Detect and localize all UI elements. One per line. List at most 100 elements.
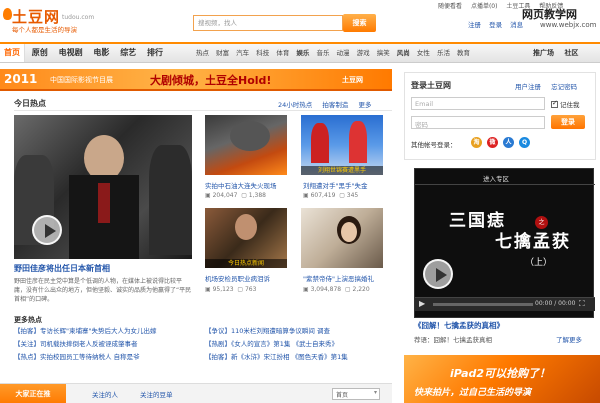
play-button-icon[interactable]: ▶ bbox=[419, 299, 425, 308]
activity-bar: 大家正在推 关注的人 关注的豆单 首页 bbox=[0, 383, 392, 403]
hot-link-24h[interactable]: 24小时热点 bbox=[278, 101, 312, 109]
nav-sub-item[interactable]: 娱乐 bbox=[296, 49, 309, 57]
nav-sub-item[interactable]: 汽车 bbox=[236, 49, 249, 57]
video-thumbnail[interactable] bbox=[301, 208, 383, 268]
play-icon[interactable] bbox=[32, 215, 62, 245]
video-controls: ▶ 00:00 / 00:00 ⛶ bbox=[415, 297, 595, 311]
promo-banner[interactable]: 2011 中国国际影视节目展 大剧倾城，土豆全Hold! 土豆网 bbox=[0, 69, 392, 91]
thumb-caption[interactable]: 机场安检员职业病泪诉 bbox=[205, 273, 295, 283]
password-field[interactable]: 密码 bbox=[411, 116, 545, 129]
nav-item-original[interactable]: 原创 bbox=[28, 44, 52, 62]
login-title: 登录土豆网 bbox=[411, 81, 451, 90]
view-count: 607,419 bbox=[310, 192, 336, 199]
news-item[interactable]: 【拍客】专访长辉"柬埔寨"失势后大人为女儿出嫁 bbox=[14, 325, 156, 338]
nav-sub-item[interactable]: 风尚 bbox=[397, 49, 410, 57]
tab-followed-people[interactable]: 关注的人 bbox=[92, 389, 118, 399]
tudou-logo-icon[interactable] bbox=[3, 8, 12, 20]
tab-followed-playlists[interactable]: 关注的豆单 bbox=[140, 389, 173, 399]
main-video-thumbnail[interactable] bbox=[14, 115, 192, 259]
forgot-password-link[interactable]: 忘记密码 bbox=[551, 83, 577, 91]
nav-subchannels: 热点 财富 汽车 科技 体育 娱乐 音乐 动漫 游戏 搞笑 风尚 女性 乐活 教… bbox=[196, 44, 475, 62]
comment-count: 763 bbox=[244, 286, 257, 293]
play-icon[interactable] bbox=[423, 259, 453, 289]
weibo-icon[interactable]: 微 bbox=[487, 137, 498, 148]
nav-item-tv[interactable]: 电视剧 bbox=[55, 44, 87, 62]
search-button[interactable]: 搜索 bbox=[343, 14, 376, 32]
crowd-right bbox=[149, 145, 192, 255]
login-button[interactable]: 登录 bbox=[551, 115, 585, 129]
hot-link-more[interactable]: 更多 bbox=[358, 101, 371, 109]
person-face bbox=[235, 214, 257, 240]
nav-item-movie[interactable]: 电影 bbox=[89, 44, 113, 62]
nav-sub-item[interactable]: 教育 bbox=[457, 49, 470, 57]
email-field[interactable]: Email bbox=[411, 97, 545, 110]
comment-count: 345 bbox=[346, 192, 359, 199]
fullscreen-icon[interactable]: ⛶ bbox=[579, 299, 585, 309]
nav-sub-item[interactable]: 财富 bbox=[216, 49, 229, 57]
progress-bar[interactable] bbox=[433, 303, 533, 306]
nav-sub-item[interactable]: 搞笑 bbox=[377, 49, 390, 57]
ipad-ad-banner[interactable]: iPad2可以抢购了！ 快来拍片，过自己生活的导演 bbox=[404, 355, 600, 403]
messages-link[interactable]: 消息 bbox=[510, 21, 523, 29]
video-thumbnail[interactable] bbox=[205, 115, 287, 175]
login-link[interactable]: 登录 bbox=[489, 21, 502, 29]
filter-select[interactable]: 首页 bbox=[332, 388, 380, 400]
nav-sub-item[interactable]: 科技 bbox=[256, 49, 269, 57]
news-item[interactable]: 【热点】实拍校园员工等待纳税人 自称是爷 bbox=[14, 351, 156, 364]
view-count: 95,123 bbox=[212, 286, 234, 293]
thumb-caption[interactable]: 刘翔遭对手"黑手"失金 bbox=[303, 180, 393, 190]
nav-item-ranking[interactable]: 排行 bbox=[143, 44, 167, 62]
section-title-hot: 今日热点 bbox=[14, 99, 46, 108]
video-thumbnail[interactable]: 今日热点新闻 bbox=[205, 208, 287, 268]
register-link[interactable]: 注册 bbox=[468, 21, 481, 29]
banner-festival: 中国国际影视节目展 bbox=[50, 76, 113, 84]
watermark-title: 网页教学网 bbox=[522, 8, 577, 21]
news-item[interactable]: 【争议】110米栏刘翔遭暗算争议瞬间 调查 bbox=[205, 325, 348, 338]
time-display: 00:00 / 00:00 bbox=[535, 300, 576, 307]
video-caption[interactable]: 《囧解！七擒孟获的真相》 bbox=[414, 320, 504, 331]
user-register-link[interactable]: 用户注册 bbox=[515, 83, 541, 91]
nav-item-promo[interactable]: 推广场 bbox=[533, 49, 554, 57]
learn-more-link[interactable]: 了解更多 bbox=[556, 334, 582, 344]
renren-icon[interactable]: 人 bbox=[503, 137, 514, 148]
other-login-label: 其他帐号登录： bbox=[411, 141, 457, 149]
nav-sub-item[interactable]: 体育 bbox=[276, 49, 289, 57]
nav-sub-item[interactable]: 乐活 bbox=[437, 49, 450, 57]
divider bbox=[14, 110, 392, 111]
nav-channels: 首页 原创 电视剧 电影 综艺 排行 bbox=[0, 44, 167, 63]
thumb-caption[interactable]: "紫禁帝侍"上演恶搞婚礼 bbox=[303, 273, 393, 283]
qq-icon[interactable]: Q bbox=[519, 137, 530, 148]
news-item[interactable]: 【热剧】《女人的宣言》第1集 《武士自来秀》 bbox=[205, 338, 348, 351]
nav-sub-item[interactable]: 音乐 bbox=[316, 49, 329, 57]
nav-item-community[interactable]: 社区 bbox=[564, 49, 578, 57]
news-item[interactable]: 【关注】司机载扶摔倒老人反被诬成肇事者 bbox=[14, 338, 156, 351]
nav-item-home[interactable]: 首页 bbox=[0, 44, 25, 62]
news-item[interactable]: 【拍客】新《水浒》宋江扮相 《图色天香》第1集 bbox=[205, 351, 348, 364]
nav-item-variety[interactable]: 综艺 bbox=[116, 44, 140, 62]
main-headline[interactable]: 野田佳彦将出任日本新首相 bbox=[14, 263, 110, 274]
search-input[interactable]: 搜视频，找人 bbox=[193, 15, 343, 31]
video-thumbnail[interactable]: 刘翔世锦赛遭黑手 bbox=[301, 115, 383, 175]
enter-zone-link[interactable]: 进入专区 bbox=[483, 173, 509, 183]
main-nav: 首页 原创 电视剧 电影 综艺 排行 热点 财富 汽车 科技 体育 娱乐 音乐 … bbox=[0, 42, 600, 63]
ad-headline: iPad2可以抢购了！ bbox=[450, 367, 551, 380]
site-slogan: 每个人都是生活的导演 bbox=[12, 26, 77, 34]
featured-video-player[interactable]: 进入专区 三国痣 之 七擒孟获 （上） ▶ 00:00 / 00:00 ⛶ bbox=[414, 168, 595, 318]
nav-sub-item[interactable]: 游戏 bbox=[357, 49, 370, 57]
nav-sub-item[interactable]: 女性 bbox=[417, 49, 430, 57]
tab-trending[interactable]: 大家正在推 bbox=[0, 384, 66, 403]
login-panel: 登录土豆网 用户注册 忘记密码 Email 密码 记住我 登录 其他帐号登录： … bbox=[404, 72, 596, 160]
checkbox-icon[interactable] bbox=[551, 99, 558, 108]
hot-links: 24小时热点 拍客制造 更多 bbox=[270, 99, 371, 109]
athlete-2 bbox=[349, 121, 367, 163]
nav-sub-item[interactable]: 动漫 bbox=[337, 49, 350, 57]
thumb-caption[interactable]: 实拍中石油大连失火现场 bbox=[205, 180, 295, 190]
nav-sub-item[interactable]: 热点 bbox=[196, 49, 209, 57]
person-face bbox=[341, 222, 357, 242]
hot-link-paike[interactable]: 拍客制造 bbox=[322, 101, 348, 109]
remember-me[interactable]: 记住我 bbox=[551, 99, 580, 109]
top-link-playlist[interactable]: 点播单(0) bbox=[471, 3, 498, 10]
video-title-part: （上） bbox=[525, 258, 553, 268]
top-link-random[interactable]: 随便看看 bbox=[438, 3, 462, 10]
taobao-icon[interactable]: 淘 bbox=[471, 137, 482, 148]
